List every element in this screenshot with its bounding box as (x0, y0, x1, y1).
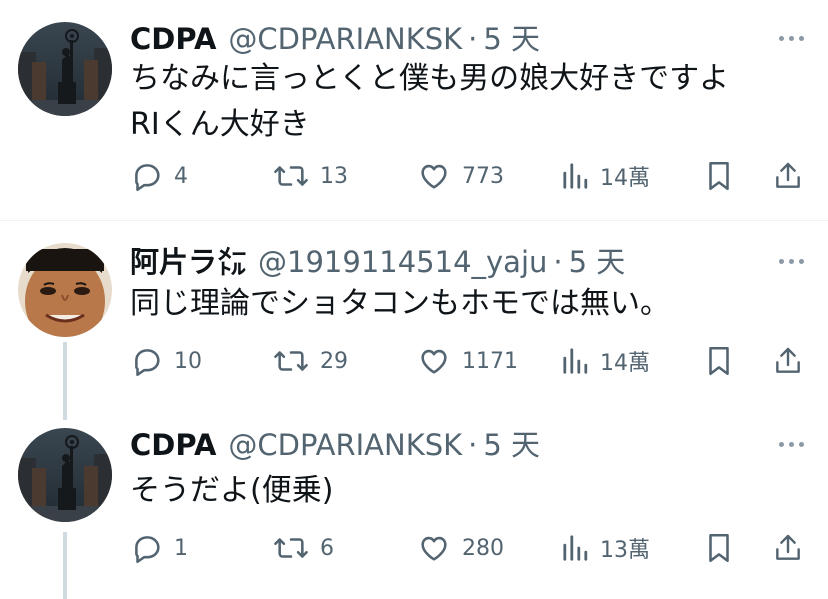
tweet-header: 阿片ラ㍍ @1919114514_yaju · 5 天 (130, 239, 625, 279)
tweet-text: ちなみに言っとくと僕も男の娘大好きですよ RIくん大好き (130, 61, 730, 142)
views-button[interactable]: 13萬 (562, 528, 650, 568)
like-button[interactable]: 280 (416, 528, 504, 568)
share-icon (776, 162, 800, 188)
statue-avatar[interactable] (18, 428, 112, 522)
retweet-count: 29 (320, 348, 348, 374)
tweet-text: 同じ理論でショタコンもホモでは無い。 (130, 286, 670, 321)
statue-avatar[interactable] (18, 22, 112, 116)
timestamp[interactable]: 5 天 (483, 422, 540, 464)
separator-dot: · (468, 428, 478, 462)
heart-icon (421, 349, 447, 374)
tweet-2[interactable]: 阿片ラ㍍ @1919114514_yaju · 5 天 同じ理論でショタコンもホ… (0, 221, 828, 406)
analytics-icon (563, 535, 588, 561)
bookmark-icon (709, 346, 729, 376)
views-button[interactable]: 14萬 (562, 341, 650, 381)
view-count: 14萬 (600, 166, 650, 191)
like-button[interactable]: 1171 (416, 341, 518, 381)
face-avatar[interactable] (18, 243, 112, 337)
heart-icon (421, 164, 447, 189)
reply-count: 4 (174, 163, 188, 189)
share-button[interactable] (772, 528, 804, 568)
separator-dot: · (468, 22, 478, 56)
reply-count: 10 (174, 348, 202, 374)
more-options-icon[interactable] (776, 436, 806, 452)
more-options-icon[interactable] (776, 30, 806, 46)
retweet-count: 13 (320, 163, 348, 189)
like-count: 773 (462, 163, 504, 189)
analytics-icon (563, 348, 588, 374)
timestamp[interactable]: 5 天 (569, 239, 626, 281)
like-count: 280 (462, 535, 504, 561)
tweet-3[interactable]: CDPA @CDPARIANKSK · 5 天 そうだよ(便乗) 1 6 280… (0, 406, 828, 599)
reply-button[interactable]: 1 (130, 528, 188, 568)
more-options-icon[interactable] (776, 253, 806, 269)
share-button[interactable] (772, 156, 804, 196)
display-name[interactable]: 阿片ラ㍍ (130, 239, 246, 281)
action-bar: 4 13 773 14萬 (130, 156, 810, 196)
view-count: 13萬 (600, 538, 650, 563)
reply-icon (135, 536, 160, 564)
reply-button[interactable]: 10 (130, 341, 202, 381)
display-name[interactable]: CDPA (130, 22, 216, 56)
share-button[interactable] (772, 341, 804, 381)
tweet-1[interactable]: CDPA @CDPARIANKSK · 5 天 ちなみに言っとくと僕も男の娘大好… (0, 0, 828, 220)
thread-connector (63, 532, 67, 599)
bookmark-button[interactable] (704, 341, 734, 381)
retweet-count: 6 (320, 535, 334, 561)
user-handle[interactable]: @CDPARIANKSK (228, 428, 462, 462)
timestamp[interactable]: 5 天 (483, 16, 540, 58)
action-bar: 10 29 1171 14萬 (130, 341, 810, 381)
reply-icon (135, 164, 160, 192)
bookmark-icon (709, 533, 729, 563)
heart-icon (421, 536, 447, 561)
bookmark-button[interactable] (704, 528, 734, 568)
share-icon (776, 534, 800, 560)
tweet-header: CDPA @CDPARIANKSK · 5 天 (130, 16, 540, 56)
retweet-icon (274, 166, 308, 186)
bookmark-button[interactable] (704, 156, 734, 196)
reply-button[interactable]: 4 (130, 156, 188, 196)
views-button[interactable]: 14萬 (562, 156, 650, 196)
user-handle[interactable]: @1919114514_yaju (258, 245, 547, 279)
separator-dot: · (553, 245, 563, 279)
retweet-button[interactable]: 29 (272, 341, 348, 381)
like-count: 1171 (462, 348, 518, 374)
analytics-icon (563, 163, 588, 189)
display-name[interactable]: CDPA (130, 428, 216, 462)
reply-icon (135, 349, 160, 377)
tweet-text: そうだよ(便乗) (130, 473, 334, 508)
tweet-header: CDPA @CDPARIANKSK · 5 天 (130, 422, 540, 462)
action-bar: 1 6 280 13萬 (130, 528, 810, 568)
reply-count: 1 (174, 535, 188, 561)
like-button[interactable]: 773 (416, 156, 504, 196)
retweet-button[interactable]: 13 (272, 156, 348, 196)
retweet-icon (274, 538, 308, 558)
retweet-button[interactable]: 6 (272, 528, 334, 568)
share-icon (776, 347, 800, 373)
user-handle[interactable]: @CDPARIANKSK (228, 22, 462, 56)
bookmark-icon (709, 161, 729, 191)
view-count: 14萬 (600, 351, 650, 376)
retweet-icon (274, 351, 308, 371)
